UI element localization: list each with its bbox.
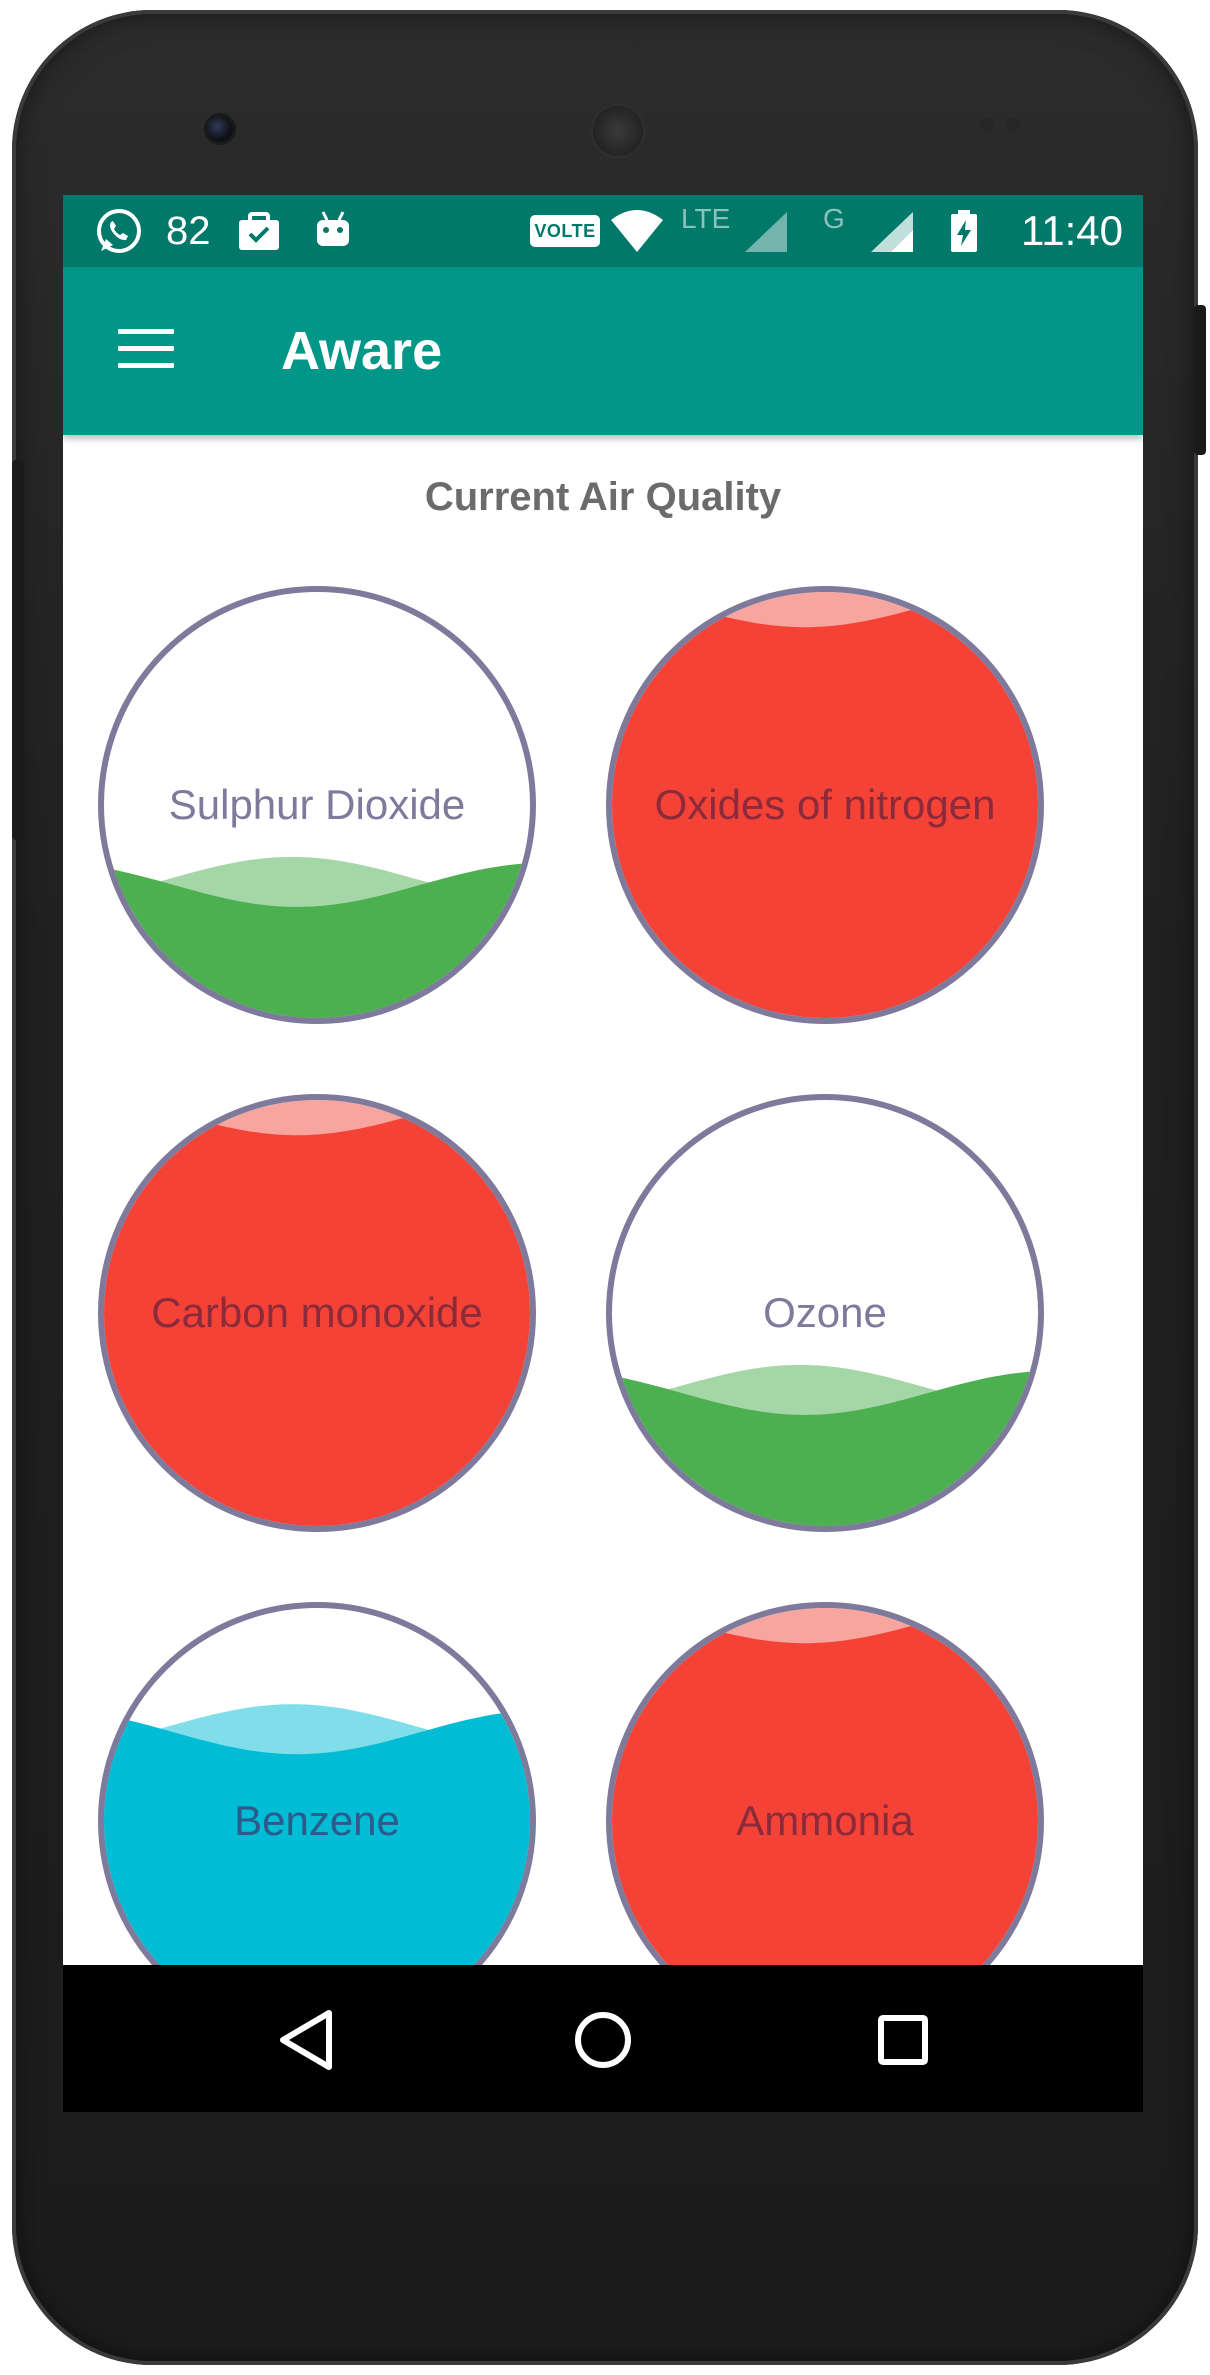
hamburger-menu-icon[interactable] <box>118 329 174 369</box>
signal-icon <box>869 195 915 267</box>
volume-button <box>12 460 24 840</box>
gauge-benzene[interactable]: Benzene <box>95 1599 539 1965</box>
screen: 82 VOLTE LTE G 11:40 Aware Current Air Q… <box>63 195 1143 2112</box>
gauge-oxides-of-nitrogen[interactable]: Oxides of nitrogen <box>603 583 1047 1027</box>
earpiece-speaker <box>590 103 646 159</box>
app-title: Aware <box>281 321 443 381</box>
ammonia-label: Ammonia <box>736 1797 914 1844</box>
sulphur-dioxide-label: Sulphur Dioxide <box>168 781 466 828</box>
wifi-icon <box>609 195 665 267</box>
notification-count: 82 <box>166 208 211 253</box>
gauge-ammonia[interactable]: Ammonia <box>603 1599 1047 1965</box>
carbon-monoxide-label: Carbon monoxide <box>151 1289 483 1336</box>
volte-badge: VOLTE <box>530 215 600 247</box>
front-camera <box>207 116 233 142</box>
android-icon <box>313 195 353 267</box>
lte-label: LTE <box>681 203 731 234</box>
main-content: Current Air Quality Sulphur Dioxide Oxid… <box>63 435 1143 1965</box>
power-button <box>1194 305 1206 455</box>
navigation-bar <box>63 1965 1143 2112</box>
whatsapp-icon <box>93 195 145 267</box>
ozone-label: Ozone <box>763 1289 887 1336</box>
status-bar: 82 VOLTE LTE G 11:40 <box>63 195 1143 267</box>
benzene-label: Benzene <box>234 1797 400 1844</box>
briefcase-icon <box>236 195 282 267</box>
oxides-of-nitrogen-label: Oxides of nitrogen <box>654 781 996 828</box>
recents-square-icon[interactable] <box>858 1995 948 2085</box>
back-triangle-icon[interactable] <box>261 1995 351 2085</box>
gauge-ozone[interactable]: Ozone <box>603 1091 1047 1535</box>
battery-charging-icon <box>948 195 980 267</box>
signal-icon <box>743 195 789 267</box>
gauge-sulphur-dioxide[interactable]: Sulphur Dioxide <box>95 583 539 1027</box>
home-circle-icon[interactable] <box>558 1995 648 2085</box>
g-label: G <box>823 203 845 234</box>
proximity-sensors <box>980 118 1040 134</box>
gauge-carbon-monoxide[interactable]: Carbon monoxide <box>95 1091 539 1535</box>
section-title: Current Air Quality <box>424 475 782 519</box>
app-bar: Aware <box>63 267 1143 435</box>
clock: 11:40 <box>1021 207 1123 254</box>
